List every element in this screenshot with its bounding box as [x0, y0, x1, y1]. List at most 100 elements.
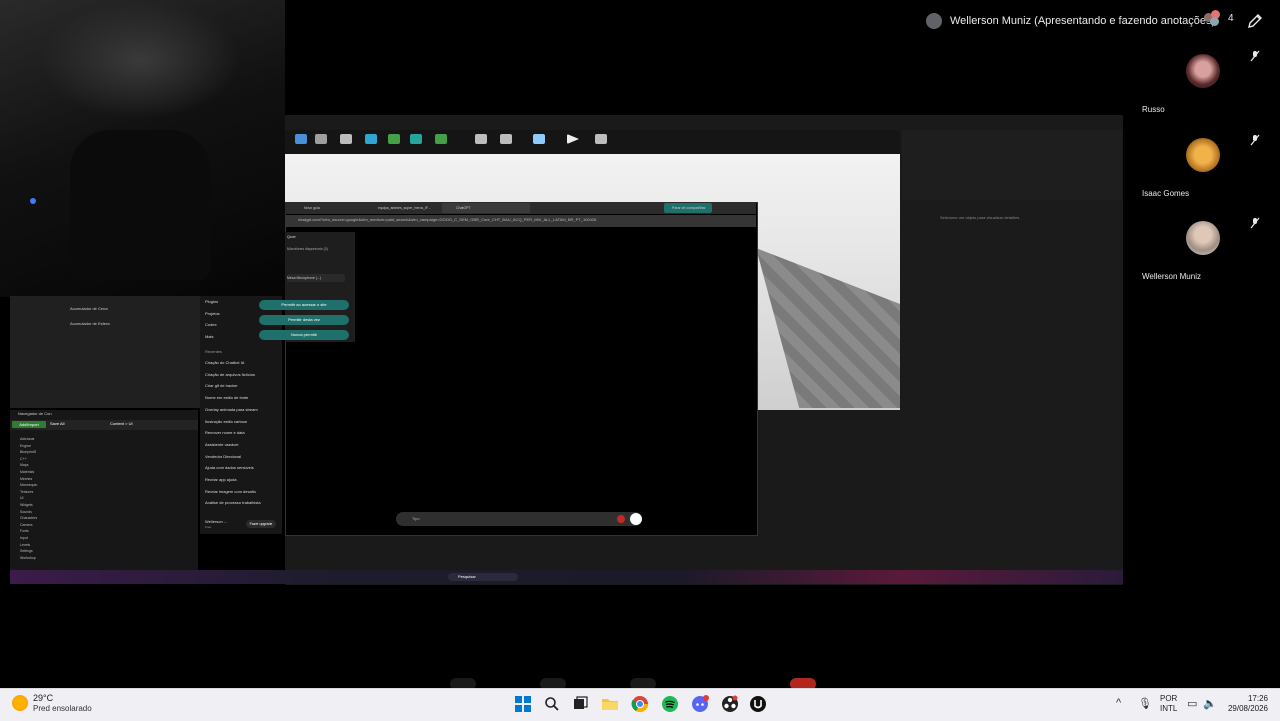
voice-button[interactable] [630, 513, 642, 525]
settings-icon[interactable] [340, 134, 352, 144]
obs-icon[interactable] [720, 694, 740, 714]
weather-sun-icon[interactable] [12, 695, 28, 711]
recent-chat-item[interactable]: Criar gif de hacker [205, 383, 238, 388]
sequencer-icon[interactable] [410, 134, 422, 144]
chevron-up-icon[interactable]: ^ [1116, 697, 1121, 709]
weather-temperature[interactable]: 29°C [33, 693, 53, 703]
folder-item[interactable]: Engine [20, 444, 31, 448]
never-allow-button[interactable]: Nunca permitir [259, 330, 349, 340]
windows-start-icon[interactable] [513, 694, 533, 714]
task-view-icon[interactable] [570, 694, 590, 714]
recent-chat-item[interactable]: Criação de arquivos fictícios [205, 372, 255, 377]
save-icon[interactable] [315, 134, 327, 144]
discord-icon[interactable] [690, 694, 710, 714]
save-all-button[interactable]: Save All [50, 421, 64, 426]
folder-item[interactable]: Workshop [20, 556, 36, 560]
network-icon[interactable]: ▭ [1187, 697, 1197, 710]
participant-tile[interactable]: Isaac Gomes [1134, 128, 1274, 202]
recent-chat-item[interactable]: Ajuda com dados sensíveis [205, 465, 254, 470]
unreal-toolbar [285, 130, 900, 154]
participants-icon [1204, 10, 1222, 26]
folder-item[interactable]: Camera [20, 523, 32, 527]
participant-name: Russo [1142, 105, 1165, 114]
recent-chat-item[interactable]: Criação do Chatbot IA [205, 360, 244, 365]
browser-tab[interactable]: Novo guia [290, 203, 374, 213]
folder-item[interactable]: C++ [20, 457, 27, 461]
file-explorer-icon[interactable] [600, 694, 620, 714]
sidebar-item-mais[interactable]: Mais [205, 334, 213, 339]
folder-item[interactable]: Levels [20, 543, 30, 547]
weather-description[interactable]: Pred ensolarado [33, 704, 92, 713]
record-icon[interactable] [617, 515, 625, 523]
annotation-pen-icon[interactable] [1246, 12, 1264, 30]
platforms-icon[interactable] [533, 134, 545, 144]
cinematics-icon[interactable] [500, 134, 512, 144]
folder-item[interactable]: Sounds [20, 510, 32, 514]
search-icon[interactable] [542, 694, 562, 714]
compile-icon[interactable] [435, 134, 447, 144]
unreal-engine-icon[interactable] [748, 694, 768, 714]
recent-chat-item[interactable]: Nome em estilo de fonte [205, 395, 248, 400]
presenter-indicator: Wellerson Muniz (Apresentando e fazendo … [926, 10, 1215, 32]
play-icon[interactable] [567, 134, 579, 144]
allow-always-button[interactable]: Permitir ao acessar o site [259, 300, 349, 310]
mic-select[interactable]: Mesa Microphone (...) [287, 274, 345, 282]
recent-chat-item[interactable]: Ilustração estilo cartoon [205, 419, 247, 424]
mic-permission-popup: Quer Microfones disponíveis (3) Mesa Mic… [285, 232, 355, 342]
list-item[interactable]: Acumulador de Esfera [70, 321, 110, 326]
participants-button[interactable]: 4 [1204, 10, 1234, 26]
folder-item[interactable]: Textures [20, 490, 33, 494]
folder-item[interactable]: Input [20, 536, 28, 540]
inner-search-box[interactable]: Pesquisar [448, 573, 518, 581]
language-indicator[interactable]: POR INTL [1160, 694, 1177, 714]
prompt-input[interactable] [396, 512, 642, 526]
folder-item[interactable]: Materials [20, 470, 34, 474]
folder-item[interactable]: Mannequin [20, 483, 37, 487]
folder-item[interactable]: Settings [20, 549, 33, 553]
spotify-icon[interactable] [660, 694, 680, 714]
list-item[interactable]: Acumulador de Cena [70, 306, 108, 311]
folder-item[interactable]: BlueprintS [20, 450, 36, 454]
folder-item[interactable]: UI [20, 496, 24, 500]
sidebar-item-projetos[interactable]: Projetos [205, 311, 220, 316]
folder-item[interactable]: Meshes [20, 477, 32, 481]
allow-once-button[interactable]: Permitir desta vez [259, 315, 349, 325]
breadcrumb[interactable]: Content > UI [110, 421, 133, 426]
chrome-icon[interactable] [630, 694, 650, 714]
folder-item[interactable]: Widgets [20, 503, 33, 507]
sidebar-item-plugins[interactable]: Plugins [205, 299, 218, 304]
participant-tile[interactable]: Russo [1134, 44, 1274, 118]
user-name[interactable]: Wellerson ... [205, 519, 227, 524]
microphone-icon[interactable]: 🎙 [1138, 697, 1152, 710]
clock[interactable]: 17:26 29/08/2026 [1226, 694, 1268, 714]
build-icon[interactable] [388, 134, 400, 144]
add-import-button[interactable]: Add/Import [12, 421, 46, 428]
more-icon[interactable] [595, 134, 607, 144]
volume-icon[interactable]: 🔈 [1203, 697, 1217, 710]
upgrade-button[interactable]: Fazer upgrade [246, 520, 276, 528]
recent-chat-item[interactable]: Overlay animada para stream [205, 407, 258, 412]
presenter-label: Wellerson Muniz (Apresentando e fazendo … [950, 15, 1216, 27]
launch-icon[interactable] [475, 134, 487, 144]
mic-off-icon [1250, 134, 1260, 146]
recent-chat-item[interactable]: Análise de processo trabalhista [205, 500, 261, 505]
recent-chat-item[interactable]: Recriar imagem com desafio [205, 489, 256, 494]
content-browser-title: Navegador de Con [18, 411, 52, 416]
browser-tab-active[interactable]: ChatGPT [442, 203, 530, 213]
folder-item[interactable]: Adicionar [20, 437, 35, 441]
recent-chat-item[interactable]: Assistente useável [205, 442, 238, 447]
recent-chat-item[interactable]: Remover nome e data [205, 430, 245, 435]
world-outliner[interactable] [902, 130, 1122, 200]
recent-chat-item[interactable]: Vendedor Direcional [205, 454, 241, 459]
blueprint-icon[interactable] [365, 134, 377, 144]
browser-tab[interactable]: equipa_animes_super_heros_IF... [364, 203, 452, 213]
folder-item[interactable]: Fonts [20, 529, 29, 533]
participant-tile[interactable]: Wellerson Muniz [1134, 211, 1274, 285]
sidebar-item-codex[interactable]: Codex [205, 322, 217, 327]
url-text[interactable]: chatgpt.com/?utm_source=google&utm_mediu… [298, 217, 596, 222]
recent-chat-item[interactable]: Recriar app ajuda [205, 477, 237, 482]
folder-item[interactable]: Maps [20, 463, 29, 467]
content-icon[interactable] [295, 134, 307, 144]
stop-sharing-button[interactable]: Parar de compartilhar [664, 203, 712, 213]
folder-item[interactable]: Characters [20, 516, 37, 520]
